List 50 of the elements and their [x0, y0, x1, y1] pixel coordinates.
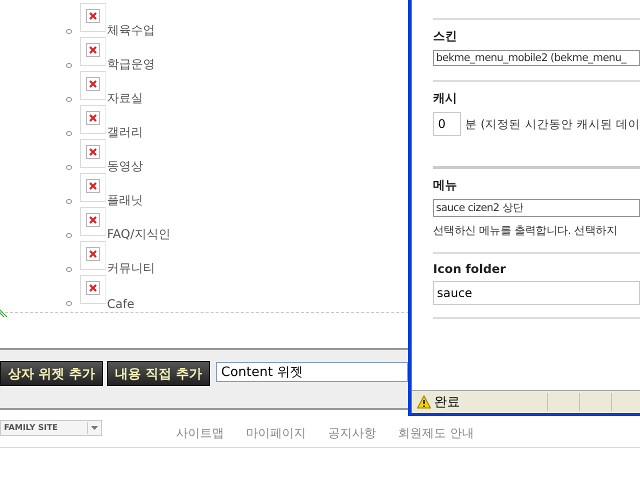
broken-image-icon	[80, 37, 106, 66]
family-site-label: FAMILY SITE	[4, 423, 58, 432]
bullet-icon	[66, 267, 72, 272]
add-widget-button[interactable]: 상자 위젯 추가	[0, 361, 104, 386]
menu-link[interactable]: FAQ/지식인	[107, 226, 170, 243]
cache-input-field[interactable]: 0	[433, 112, 461, 136]
widget-input-field[interactable]: Content 위젯	[216, 362, 408, 382]
cache-note: 분 (지정된 시간동안 캐시된 데이	[465, 116, 640, 132]
family-site-dropdown[interactable]: FAMILY SITE	[0, 420, 102, 436]
bullet-icon	[66, 301, 72, 306]
menu-link[interactable]: 갤러리	[107, 124, 143, 141]
bullet-icon	[66, 97, 72, 102]
field-label: 스킨	[433, 28, 458, 45]
bullet-icon	[66, 233, 72, 238]
menu-link[interactable]: 체육수업	[107, 22, 155, 39]
bullet-icon	[66, 199, 72, 204]
bullet-icon	[66, 165, 72, 170]
broken-image-icon	[80, 105, 106, 134]
menu-link[interactable]: 자료실	[107, 90, 143, 107]
menu-link[interactable]: 학급운영	[107, 56, 155, 73]
select-field[interactable]: sauce cizen2 상단	[433, 199, 640, 217]
bullet-icon	[66, 63, 72, 68]
broken-image-icon	[80, 139, 106, 168]
footer-link[interactable]: 공지사항	[328, 425, 376, 442]
caret-icon	[91, 426, 98, 430]
broken-image-icon	[80, 275, 106, 304]
status-text: 완료	[434, 394, 461, 411]
footer-link[interactable]: 사이트맵	[176, 425, 224, 442]
menu-link[interactable]: 동영상	[107, 158, 143, 175]
broken-image-icon	[80, 241, 106, 270]
menu-link[interactable]: Cafe	[107, 297, 134, 311]
text-input-field[interactable]: sauce	[433, 281, 640, 305]
menu-link[interactable]: 커뮤니티	[107, 260, 155, 277]
broken-image-icon	[80, 3, 106, 32]
broken-image-icon	[80, 173, 106, 202]
footer-link[interactable]: 마이페이지	[246, 425, 306, 442]
menu-link[interactable]: 플래닛	[107, 192, 143, 209]
field-label: 메뉴	[433, 177, 458, 194]
warning-icon	[417, 395, 431, 409]
field-label: 캐시	[433, 90, 458, 107]
diagonal-lines-icon	[0, 308, 9, 318]
footer-link[interactable]: 회원제도 안내	[398, 425, 474, 442]
add-widget-button[interactable]: 내용 직접 추가	[107, 361, 210, 386]
bullet-icon	[66, 131, 72, 136]
field-description: 선택하신 메뉴를 출력합니다. 선택하지	[433, 223, 618, 238]
broken-image-icon	[80, 207, 106, 236]
bullet-icon	[66, 29, 72, 34]
broken-image-icon	[80, 71, 106, 100]
select-field[interactable]: bekme_menu_mobile2 (bekme_menu_	[433, 50, 640, 66]
field-label: Icon folder	[433, 262, 507, 276]
